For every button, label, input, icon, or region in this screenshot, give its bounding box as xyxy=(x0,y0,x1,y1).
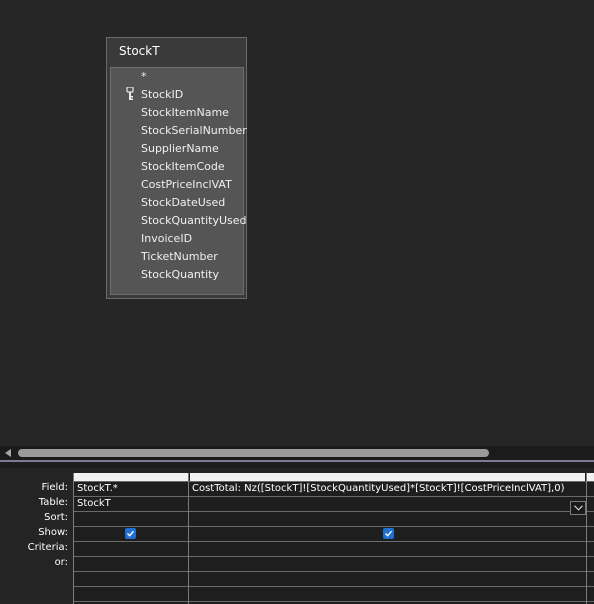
show-checkbox-col2[interactable] xyxy=(383,528,394,539)
field-item-stockserialnumber[interactable]: StockSerialNumber xyxy=(141,122,247,140)
column-divider[interactable] xyxy=(586,473,587,604)
table-cell-col1[interactable]: StockT xyxy=(77,497,187,511)
query-design-grid: Field: Table: Sort: Show: Criteria: or: … xyxy=(0,468,594,604)
row-label-or: or: xyxy=(54,557,68,568)
pane-splitter[interactable] xyxy=(0,460,594,468)
field-item-stockdateused[interactable]: StockDateUsed xyxy=(141,194,225,212)
scrollbar-thumb[interactable] xyxy=(18,449,489,457)
grid-line xyxy=(74,571,594,572)
table-title[interactable]: StockT xyxy=(119,44,160,58)
field-item-ticketnumber[interactable]: TicketNumber xyxy=(141,248,218,266)
row-label-show: Show: xyxy=(38,527,68,538)
field-item-all[interactable]: * xyxy=(141,68,147,86)
row-label-sort: Sort: xyxy=(44,512,68,523)
criteria-cell-col1[interactable] xyxy=(77,542,187,556)
table-field-list-stockt[interactable]: StockT * StockID StockItemName StockSeri… xyxy=(106,37,247,299)
grid-line xyxy=(74,601,594,602)
row-label-criteria: Criteria: xyxy=(27,542,68,553)
sort-cell-col1[interactable] xyxy=(77,512,187,526)
field-item-suppliername[interactable]: SupplierName xyxy=(141,140,219,158)
field-cell-col2[interactable]: CostTotal: Nz([StockT]![StockQuantityUse… xyxy=(192,482,584,496)
column-selector-2[interactable] xyxy=(190,473,585,481)
field-cell-col1[interactable]: StockT.* xyxy=(77,482,187,496)
field-item-costpriceinclvat[interactable]: CostPriceInclVAT xyxy=(141,176,232,194)
row-label-field: Field: xyxy=(41,482,68,493)
field-item-stockid[interactable]: StockID xyxy=(141,86,183,104)
sort-cell-col2[interactable] xyxy=(192,512,584,526)
field-list[interactable]: * StockID StockItemName StockSerialNumbe… xyxy=(110,67,247,295)
column-selector-1[interactable] xyxy=(74,473,188,481)
or-cell-col1[interactable] xyxy=(77,557,187,571)
show-checkbox-col1[interactable] xyxy=(125,528,136,539)
field-item-stockquantity[interactable]: StockQuantity xyxy=(141,266,219,284)
grid-line xyxy=(74,526,594,527)
grid-line xyxy=(74,586,594,587)
criteria-cell-col2[interactable] xyxy=(192,542,584,556)
field-item-stockquantityused[interactable]: StockQuantityUsed xyxy=(141,212,247,230)
arrow-left-icon[interactable] xyxy=(5,449,11,457)
field-item-stockitemcode[interactable]: StockItemCode xyxy=(141,158,225,176)
grid-body: StockT.* StockT CostTotal: Nz([StockT]![… xyxy=(73,473,594,604)
query-diagram-pane[interactable]: StockT * StockID StockItemName StockSeri… xyxy=(0,0,594,446)
field-item-invoiceid[interactable]: InvoiceID xyxy=(141,230,192,248)
table-cell-col2[interactable] xyxy=(192,497,568,511)
column-selector-3[interactable] xyxy=(587,473,594,481)
field-item-stockitemname[interactable]: StockItemName xyxy=(141,104,229,122)
horizontal-scrollbar[interactable] xyxy=(0,446,594,460)
or-cell-col2[interactable] xyxy=(192,557,584,571)
row-label-table: Table: xyxy=(38,497,68,508)
key-icon xyxy=(125,86,135,100)
column-divider[interactable] xyxy=(188,473,189,604)
